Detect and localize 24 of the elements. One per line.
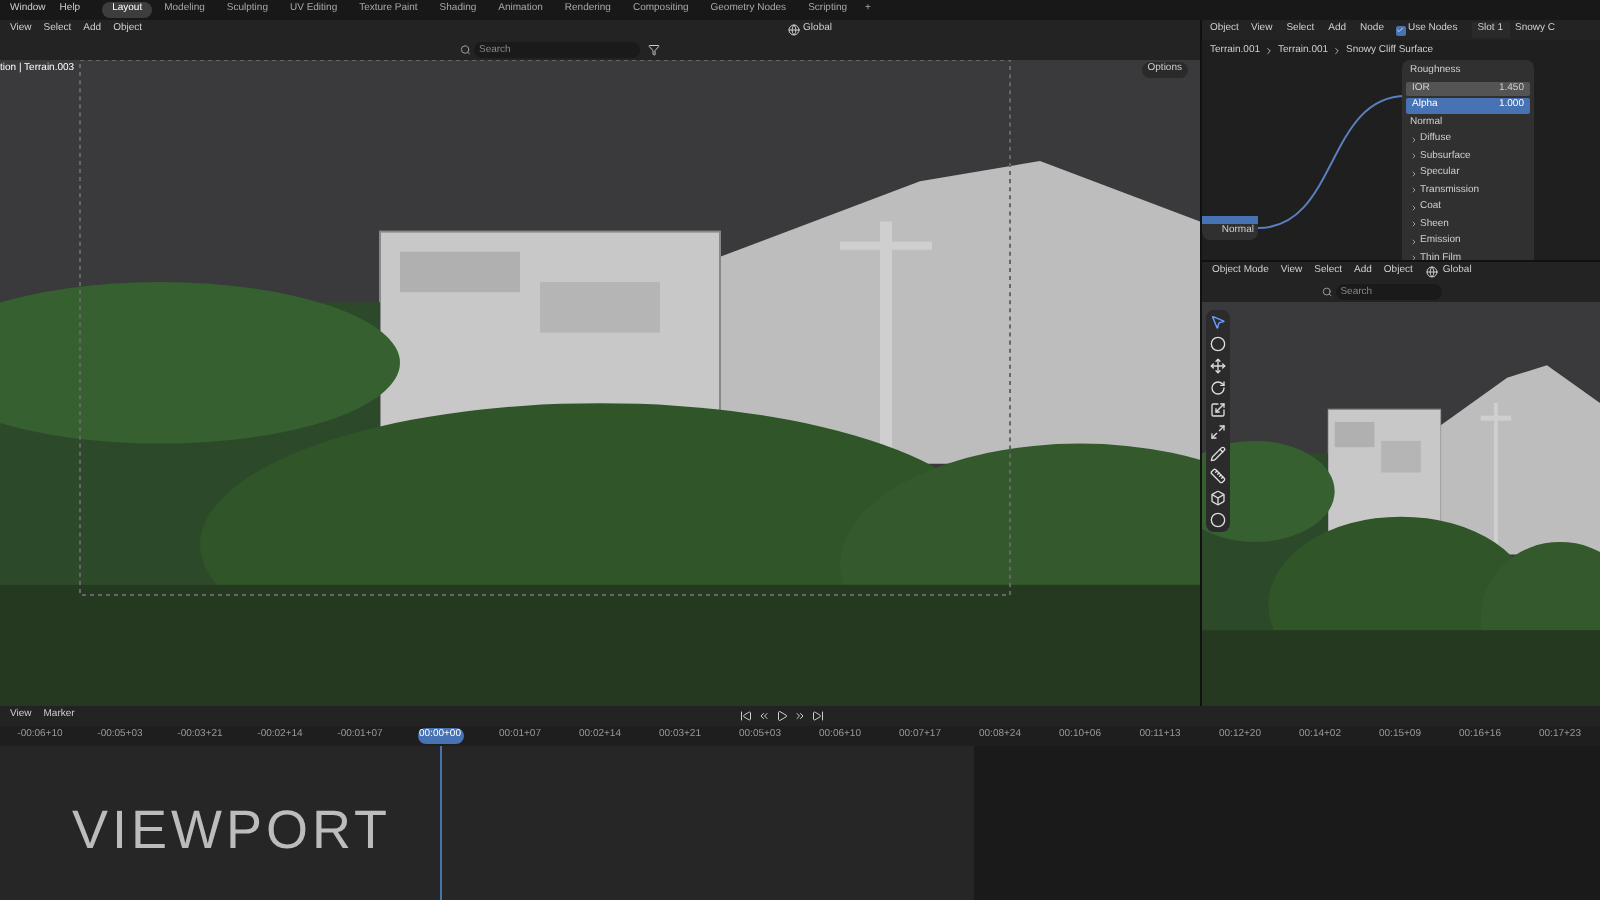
node-header: [1202, 216, 1258, 224]
cursor-icon[interactable]: [1210, 314, 1226, 330]
scale-icon[interactable]: [1210, 402, 1226, 418]
move-icon[interactable]: [1210, 358, 1226, 374]
globe-icon: [787, 24, 800, 36]
chevron-icon: [1264, 46, 1275, 57]
ruler-icon[interactable]: [1210, 468, 1226, 484]
circle-icon[interactable]: [1210, 336, 1226, 352]
chevron-icon: [1332, 46, 1343, 57]
jump-start-icon[interactable]: [740, 710, 753, 722]
globe-icon: [1426, 266, 1439, 278]
filter-icon[interactable]: [648, 44, 660, 56]
circle-icon[interactable]: [1210, 512, 1226, 528]
search-icon: [460, 44, 471, 56]
checkbox[interactable]: [1395, 25, 1406, 35]
search-icon: [1322, 286, 1333, 298]
cube-icon[interactable]: [1210, 490, 1226, 506]
pencil-icon[interactable]: [1210, 446, 1226, 462]
jump-end-icon[interactable]: [812, 710, 825, 722]
rotate-icon[interactable]: [1210, 380, 1226, 396]
overlay-title: VIEWPORT: [72, 798, 392, 864]
play-icon[interactable]: [776, 710, 789, 722]
transform-icon[interactable]: [1210, 424, 1226, 440]
rewind-icon[interactable]: [758, 710, 771, 722]
